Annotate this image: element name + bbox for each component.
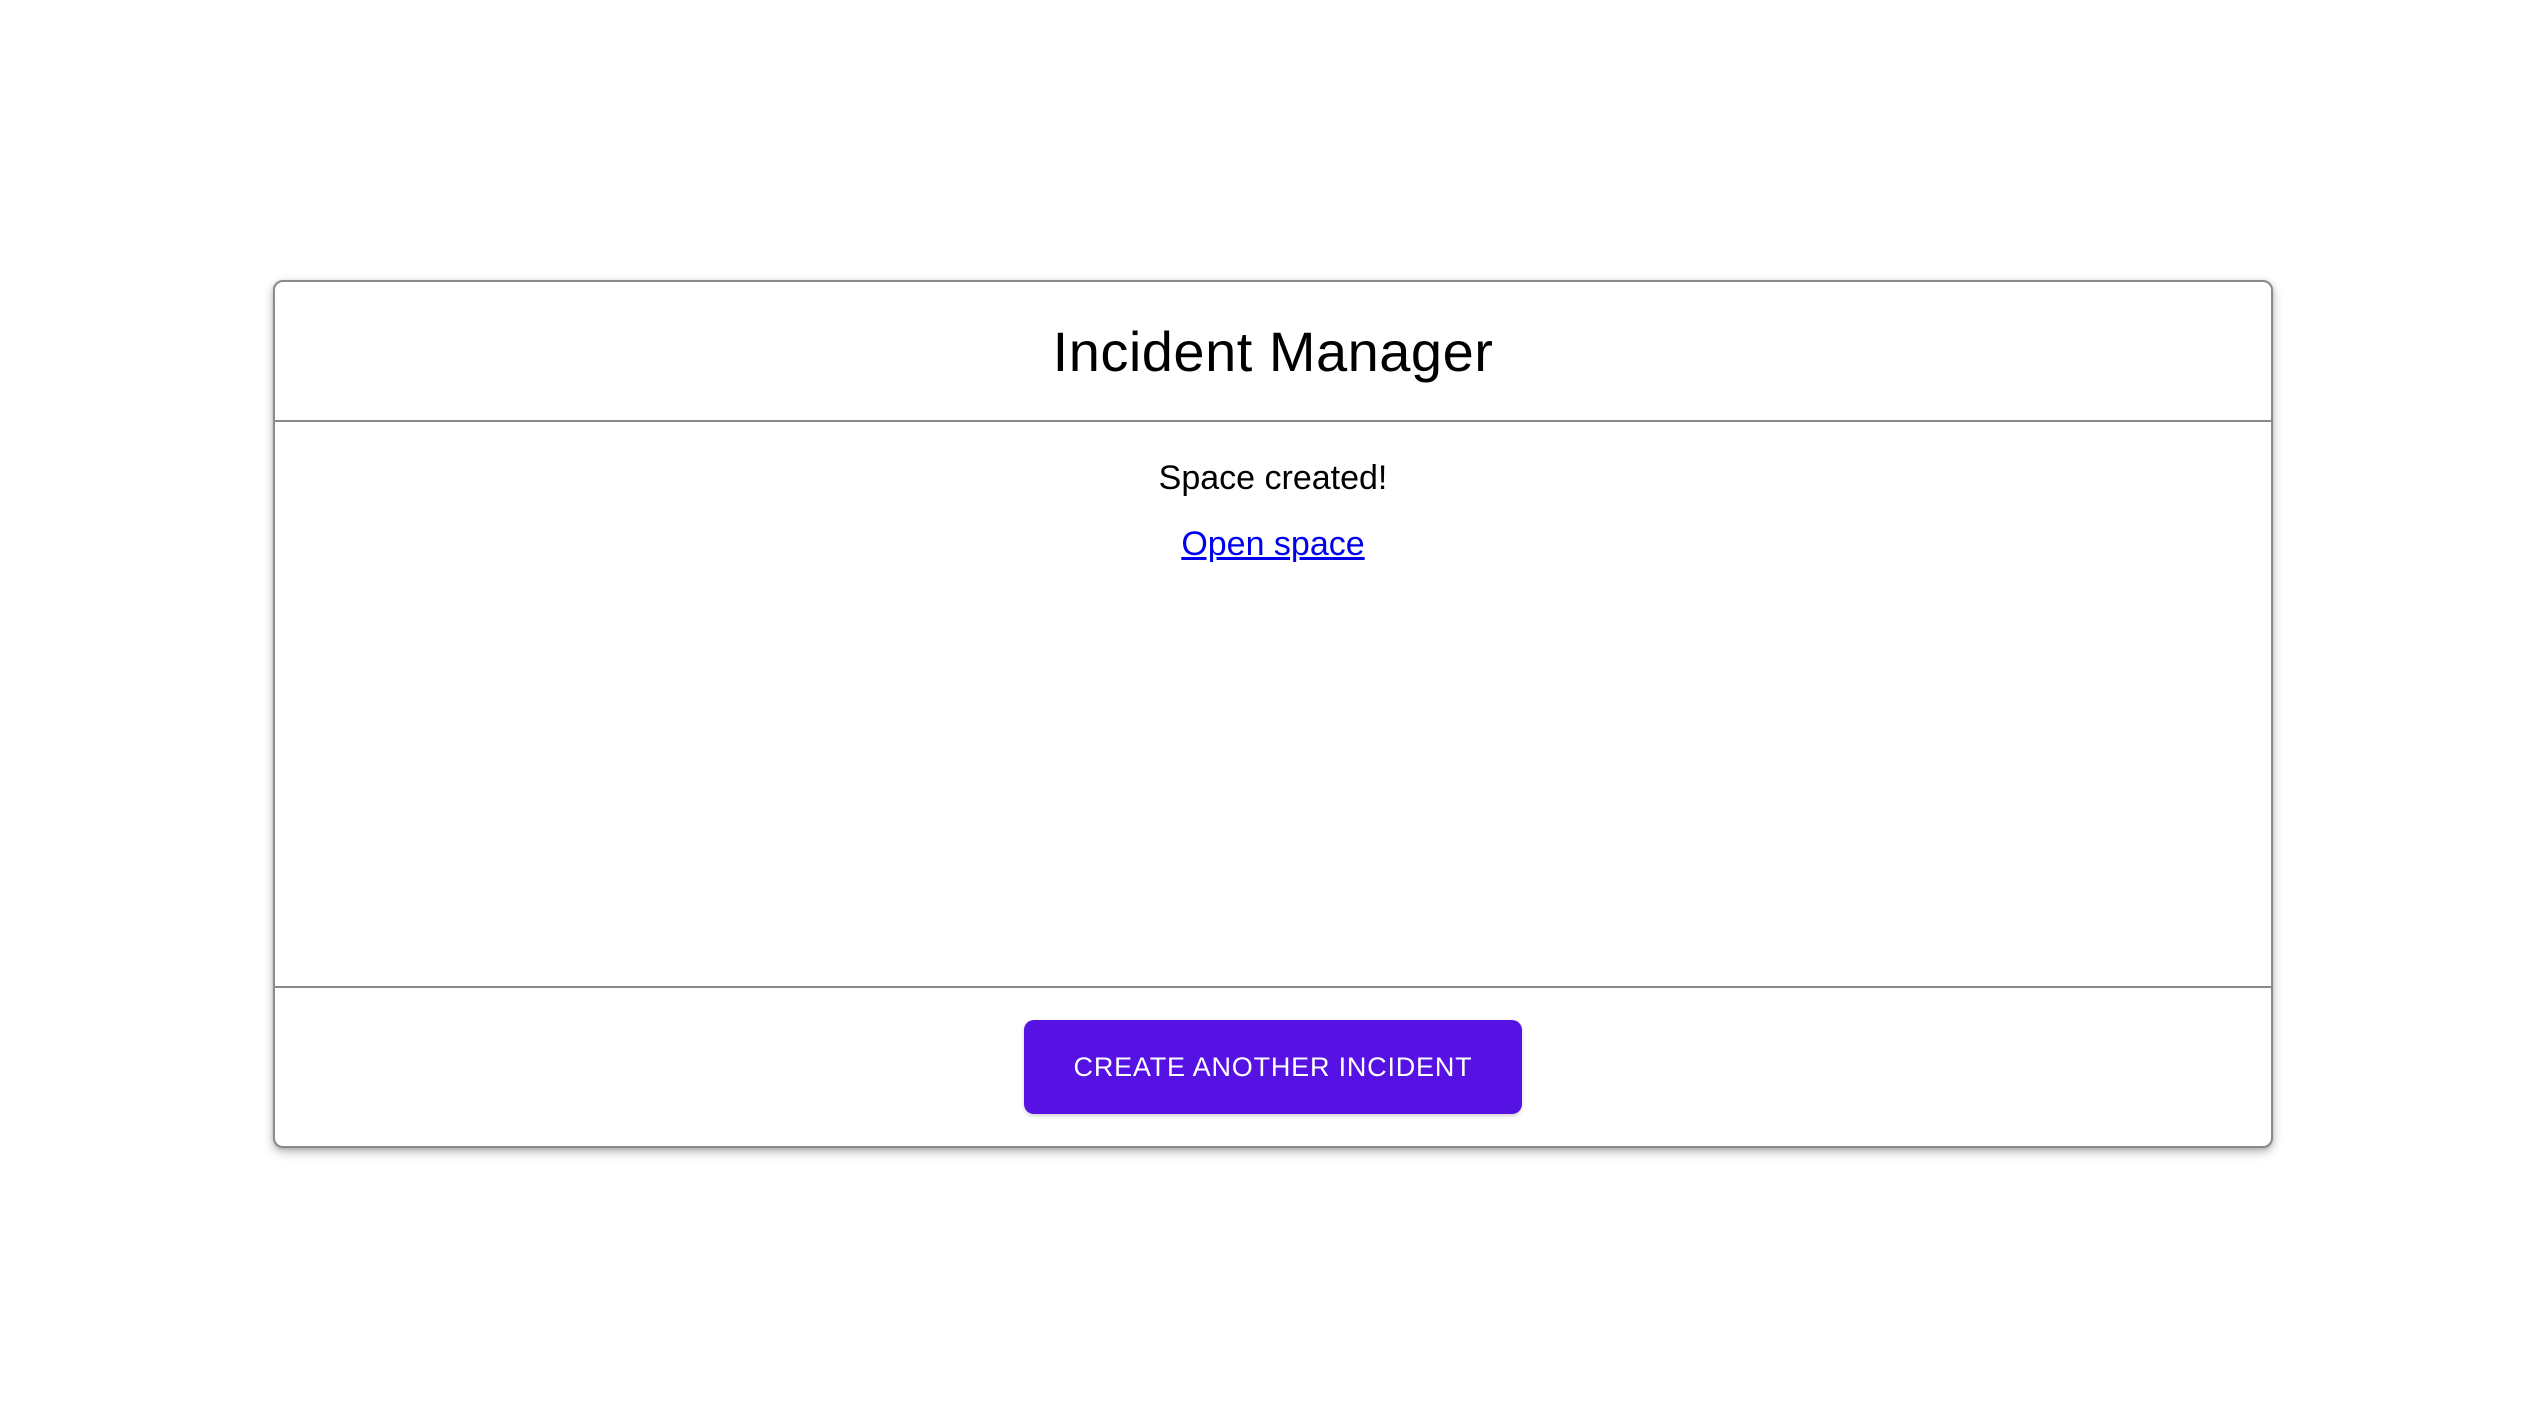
page: Incident Manager Space created! Open spa… (0, 0, 2546, 1427)
open-space-link[interactable]: Open space (1181, 525, 1364, 563)
card-content: Space created! Open space (275, 422, 2271, 988)
link-row: Open space (275, 524, 2271, 564)
status-message: Space created! (1158, 459, 1388, 497)
create-another-incident-button[interactable]: CREATE ANOTHER INCIDENT (1024, 1020, 1522, 1114)
card-actions: CREATE ANOTHER INCIDENT (275, 988, 2271, 1146)
incident-manager-card: Incident Manager Space created! Open spa… (273, 280, 2273, 1148)
app-title: Incident Manager (1052, 319, 1494, 383)
card-header: Incident Manager (275, 282, 2271, 422)
